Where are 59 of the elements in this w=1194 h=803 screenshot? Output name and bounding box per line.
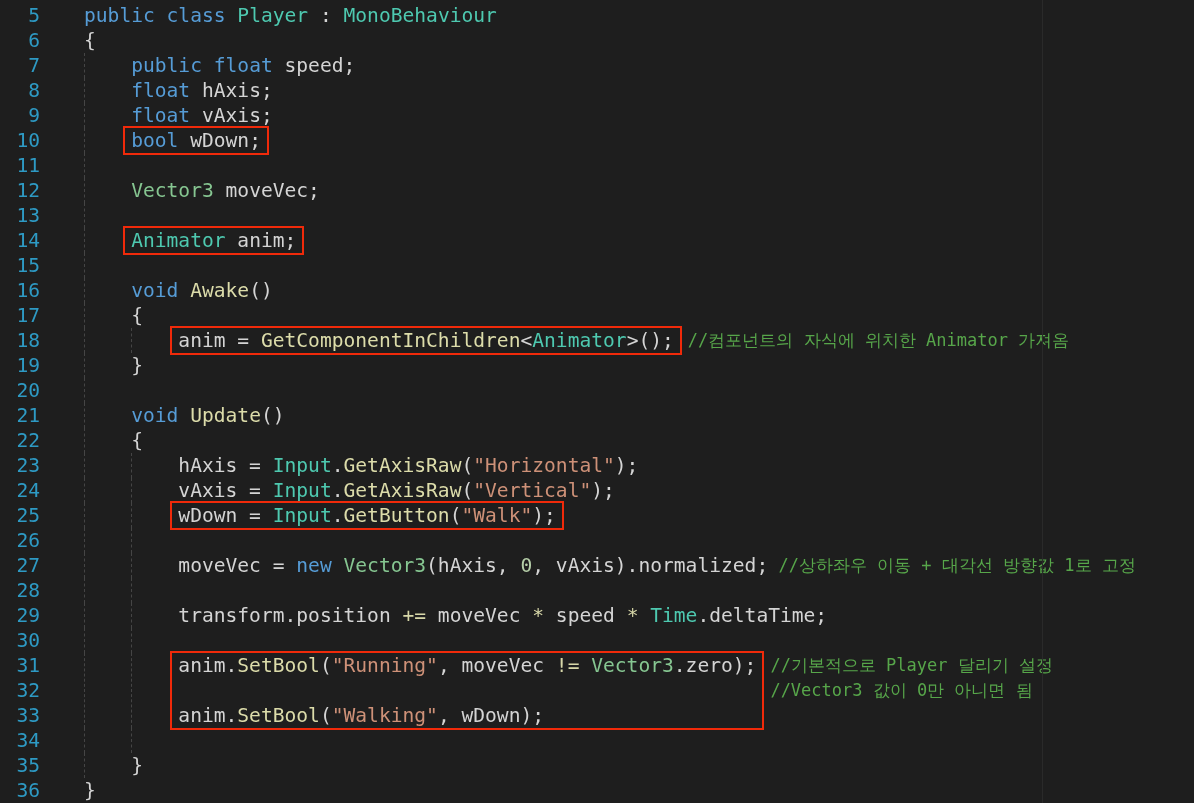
line-number: 14 [15, 228, 40, 253]
code-line: bool wDown; [131, 128, 261, 153]
line-number: 33 [15, 703, 40, 728]
code-line: void Update() [131, 403, 285, 428]
code-line: void Awake() [131, 278, 273, 303]
code-line: { [131, 303, 143, 328]
code-line: anim = GetComponentInChildren<Animator>(); [178, 328, 674, 353]
code-line: float vAxis; [131, 103, 273, 128]
line-number: 32 [15, 678, 40, 703]
code-comment: //Vector3 값이 0만 아니면 됨 [770, 679, 1034, 702]
line-number: 20 [15, 378, 40, 403]
line-number: 11 [15, 153, 40, 178]
code-line: Vector3 moveVec; [131, 178, 320, 203]
line-number: 6 [27, 28, 40, 53]
code-comment: //컴포넌트의 자식에 위치한 Animator 가져옴 [687, 329, 1070, 352]
code-line: vAxis = Input.GetAxisRaw("Vertical"); [178, 478, 615, 503]
line-number: 24 [15, 478, 40, 503]
code-line: } [84, 778, 96, 803]
code-line: { [84, 28, 96, 53]
line-number: 18 [15, 328, 40, 353]
line-number: 5 [27, 3, 40, 28]
line-number: 9 [27, 103, 40, 128]
code-line: wDown = Input.GetButton("Walk"); [178, 503, 556, 528]
code-line: hAxis = Input.GetAxisRaw("Horizontal"); [178, 453, 639, 478]
line-number: 10 [15, 128, 40, 153]
code-comment: //기본적으로 Player 달리기 설정 [770, 654, 1053, 677]
code-line: anim.SetBool("Running", moveVec != Vector3.zero); [178, 653, 757, 678]
line-number: 8 [27, 78, 40, 103]
line-number: 22 [15, 428, 40, 453]
line-number: 31 [15, 653, 40, 678]
line-number: 15 [15, 253, 40, 278]
code-line: float hAxis; [131, 78, 273, 103]
line-number: 17 [15, 303, 40, 328]
code-line: transform.position += moveVec * speed * Time.deltaTime; [178, 603, 828, 628]
code-line: Animator anim; [131, 228, 297, 253]
code-line: } [131, 353, 143, 378]
code-line: public class Player : MonoBehaviour [84, 3, 497, 28]
code-line: public float speed; [131, 53, 356, 78]
line-number: 29 [15, 603, 40, 628]
line-number: 26 [15, 528, 40, 553]
line-number: 12 [15, 178, 40, 203]
line-number: 23 [15, 453, 40, 478]
line-number: 36 [15, 778, 40, 803]
line-number: 35 [15, 753, 40, 778]
code-line: } [131, 753, 143, 778]
line-number: 21 [15, 403, 40, 428]
code-line: { [131, 428, 143, 453]
line-number: 7 [27, 53, 40, 78]
line-number: 34 [15, 728, 40, 753]
line-number: 28 [15, 578, 40, 603]
code-line: anim.SetBool("Walking", wDown); [178, 703, 546, 728]
line-number: 27 [15, 553, 40, 578]
code-comment: //상하좌우 이동 + 대각선 방향값 1로 고정 [778, 554, 1136, 577]
code-line: moveVec = new Vector3(hAxis, 0, vAxis).normalized; [178, 553, 769, 578]
line-number: 19 [15, 353, 40, 378]
line-number: 16 [15, 278, 40, 303]
line-number: 13 [15, 203, 40, 228]
line-number: 30 [15, 628, 40, 653]
line-number: 25 [15, 503, 40, 528]
